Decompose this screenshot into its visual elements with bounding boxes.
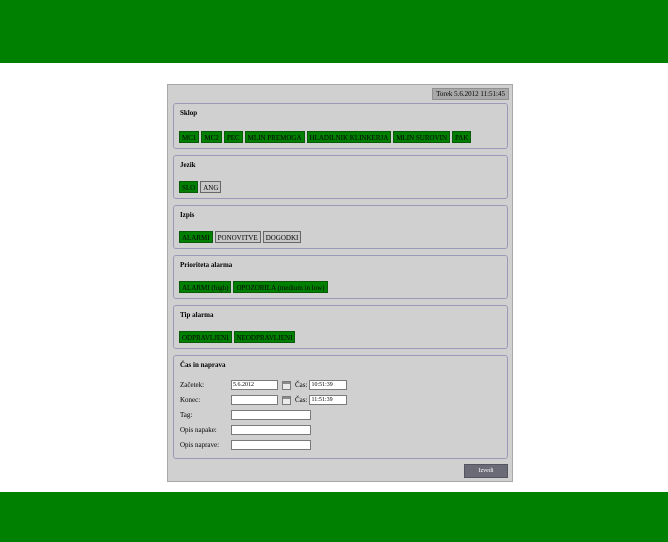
sklop-button-pec[interactable]: PEC xyxy=(223,131,243,143)
konec-calendar-icon[interactable] xyxy=(282,395,291,405)
sklop-buttons: MC1 MC2 PEC MLIN PREMOGA HLADILNIK KLINK… xyxy=(179,131,472,143)
tag-label: Tag: xyxy=(180,411,193,419)
izvedi-button[interactable]: Izvedi xyxy=(464,464,508,478)
opis-naprave-label: Opis naprave: xyxy=(180,441,220,449)
jezik-button-ang[interactable]: ANG xyxy=(200,181,222,193)
filter-panel: Torek 5.6.2012 11:51:45 Sklop MC1 MC2 PE… xyxy=(167,84,513,482)
zacetek-label: Začetek: xyxy=(180,381,205,389)
section-title-tip: Tip alarma xyxy=(180,311,214,319)
jezik-buttons: SLO ANG xyxy=(179,181,222,193)
konec-cas-label: Čas: xyxy=(295,396,308,404)
sklop-button-pak[interactable]: PAK xyxy=(452,131,472,143)
izpis-button-alarmi[interactable]: ALARMI xyxy=(179,231,213,243)
section-cas-in-naprava: Čas in naprava Začetek: 5.6.2012 Čas: 10… xyxy=(173,355,508,459)
izpis-button-dogodki[interactable]: DOGODKI xyxy=(262,231,302,243)
tip-buttons: ODPRAVLJENI NEODPRAVLJENI xyxy=(179,331,296,343)
zacetek-cas-label: Čas: xyxy=(295,381,308,389)
section-title-izpis: Izpis xyxy=(180,211,195,219)
opis-napake-label: Opis napake: xyxy=(180,426,217,434)
izpis-button-ponovitve[interactable]: PONOVITVE xyxy=(214,231,261,243)
sklop-button-mlin-surovin[interactable]: MLIN SUROVIN xyxy=(393,131,451,143)
prioriteta-button-alarmi-high[interactable]: ALARMI (high) xyxy=(179,281,232,293)
sklop-button-mlin-premoga[interactable]: MLIN PREMOGA xyxy=(244,131,305,143)
jezik-button-slo[interactable]: SLO xyxy=(179,181,199,193)
section-jezik: Jezik SLO ANG xyxy=(173,155,508,199)
prioriteta-buttons: ALARMI (high) OPOZORILA (medium in low) xyxy=(179,281,328,293)
konec-time-input[interactable]: 11:51:39 xyxy=(309,395,348,405)
tag-row: Tag: xyxy=(180,410,311,420)
section-title-sklop: Sklop xyxy=(180,109,198,117)
opis-napake-row: Opis napake: xyxy=(180,425,311,435)
opis-naprave-row: Opis naprave: xyxy=(180,440,311,450)
section-tip: Tip alarma ODPRAVLJENI NEODPRAVLJENI xyxy=(173,305,508,349)
section-title-cas: Čas in naprava xyxy=(180,361,226,369)
izpis-buttons: ALARMI PONOVITVE DOGODKI xyxy=(179,231,302,243)
konec-label: Konec: xyxy=(180,396,201,404)
prioriteta-button-opozorila[interactable]: OPOZORILA (medium in low) xyxy=(233,281,328,293)
konec-date-input[interactable] xyxy=(231,395,278,405)
sklop-button-mc2[interactable]: MC2 xyxy=(201,131,222,143)
datetime-display: Torek 5.6.2012 11:51:45 xyxy=(432,88,509,100)
zacetek-date-input[interactable]: 5.6.2012 xyxy=(231,380,278,390)
section-title-prioriteta: Prioriteta alarma xyxy=(180,261,233,269)
zacetek-time-input[interactable]: 10:51:39 xyxy=(309,380,348,390)
zacetek-row: Začetek: 5.6.2012 Čas: 10:51:39 xyxy=(180,380,348,390)
section-prioriteta: Prioriteta alarma ALARMI (high) OPOZORIL… xyxy=(173,255,508,299)
konec-row: Konec: Čas: 11:51:39 xyxy=(180,395,348,405)
zacetek-calendar-icon[interactable] xyxy=(282,380,291,390)
header-band xyxy=(0,0,668,63)
sklop-button-hladilnik-klinkerja[interactable]: HLADILNIK KLINKERJA xyxy=(306,131,392,143)
tip-button-odpravljeni[interactable]: ODPRAVLJENI xyxy=(179,331,232,343)
section-sklop: Sklop MC1 MC2 PEC MLIN PREMOGA HLADILNIK… xyxy=(173,103,508,149)
section-izpis: Izpis ALARMI PONOVITVE DOGODKI xyxy=(173,205,508,249)
tip-button-neodpravljeni[interactable]: NEODPRAVLJENI xyxy=(233,331,296,343)
opis-naprave-input[interactable] xyxy=(231,440,311,450)
sklop-button-mc1[interactable]: MC1 xyxy=(179,131,200,143)
footer-band xyxy=(0,492,668,542)
opis-napake-input[interactable] xyxy=(231,425,311,435)
tag-input[interactable] xyxy=(231,410,311,420)
section-title-jezik: Jezik xyxy=(180,161,196,169)
